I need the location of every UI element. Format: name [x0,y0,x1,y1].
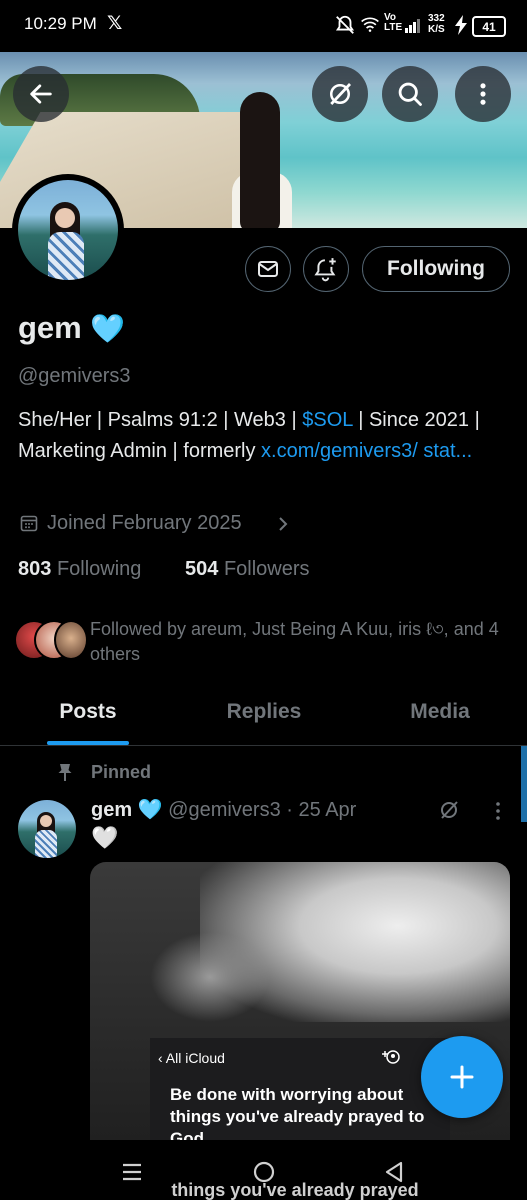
icloud-header: All iCloud [165,1050,225,1066]
display-name: gem 🩵 [18,310,125,346]
plus-icon [450,1065,474,1089]
cloud-shape-2 [150,932,270,1022]
joined-date: Joined February 2025 [47,512,242,534]
search-button[interactable] [382,66,438,122]
post-avatar[interactable] [18,800,76,858]
post-avatar-dress [35,830,57,858]
compose-fab[interactable] [421,1036,503,1118]
following-count: 803 [18,558,52,580]
signal-icon [404,16,422,38]
calendar-icon [20,514,38,536]
wifi-icon [360,15,380,37]
post-header: gem 🩵 @gemivers3 · 25 Apr [91,797,356,822]
network-speed: 332 K/S [428,13,445,35]
volte-indicator: Vo LTE [384,12,403,33]
post-more-icon[interactable] [488,800,508,826]
grok-icon [330,83,352,105]
bio: She/Her | Psalms 91:2 | Web3 | $SOL | Si… [18,405,518,467]
bio-cashtag-link[interactable]: $SOL [302,409,352,431]
following-button[interactable]: Following [362,246,510,292]
post-avatar-face [40,815,52,827]
heart-emoji-icon: 🩵 [90,313,126,344]
scrollbar[interactable] [521,746,527,822]
tabs-divider [0,745,527,746]
x-logo-icon: 𝕏 [107,12,123,34]
bio-url-link[interactable]: x.com/gemivers3/ stat... [261,440,472,462]
share-person-icon [380,1048,402,1074]
pin-icon [56,762,74,786]
nav-back-icon[interactable] [382,1159,406,1189]
followers-count-link[interactable]: 504 Followers [185,558,310,581]
notifications-button[interactable] [303,246,349,292]
post-image[interactable]: ‹ All iCloud Be done with worrying about… [90,862,510,1162]
avatar-face [55,208,75,228]
post-text: 🤍 [91,826,119,851]
bell-plus-icon [314,258,336,282]
display-name-text: gem [18,310,82,345]
banner-figure-hair [240,92,280,228]
post-handle-date: @gemivers3 · 25 Apr [168,799,357,821]
chevron-right-icon[interactable] [276,515,290,537]
follower-avatar-3 [54,620,88,660]
status-time: 10:29 PM [24,14,97,33]
charging-icon [454,15,468,39]
search-icon [398,82,422,106]
following-label: Following [56,558,142,580]
message-button[interactable] [245,246,291,292]
back-arrow-icon [30,84,52,104]
pinned-label: Pinned [91,762,152,782]
post-grok-icon[interactable] [437,798,461,826]
mute-notifications-icon [334,14,356,40]
followers-label: Followers [223,558,310,580]
more-button[interactable] [455,66,511,122]
icloud-back-label: ‹ All iCloud [158,1050,225,1066]
avatar-dress [48,232,84,280]
bio-text-1: She/Her | Psalms 91:2 | Web3 | [18,409,303,431]
recent-apps-icon[interactable] [120,1160,144,1188]
tab-posts[interactable]: Posts [0,700,176,724]
tab-replies[interactable]: Replies [176,700,352,724]
followers-count: 504 [185,558,219,580]
avatar[interactable] [18,180,118,280]
more-vertical-icon [480,83,486,105]
post-heart-emoji-icon: 🩵 [137,799,163,821]
handle: @gemivers3 [18,365,131,387]
grok-button[interactable] [312,66,368,122]
following-count-link[interactable]: 803 Following [18,558,141,581]
following-button-label: Following [387,257,485,280]
tab-media[interactable]: Media [352,700,527,724]
followed-by-text[interactable]: Followed by areum, Just Being A Kuu, iri… [90,617,510,667]
back-button[interactable] [13,66,69,122]
post-author-name[interactable]: gem [91,799,132,821]
home-icon[interactable] [251,1159,277,1189]
envelope-icon [258,261,278,277]
battery-indicator: 41 [472,16,506,37]
